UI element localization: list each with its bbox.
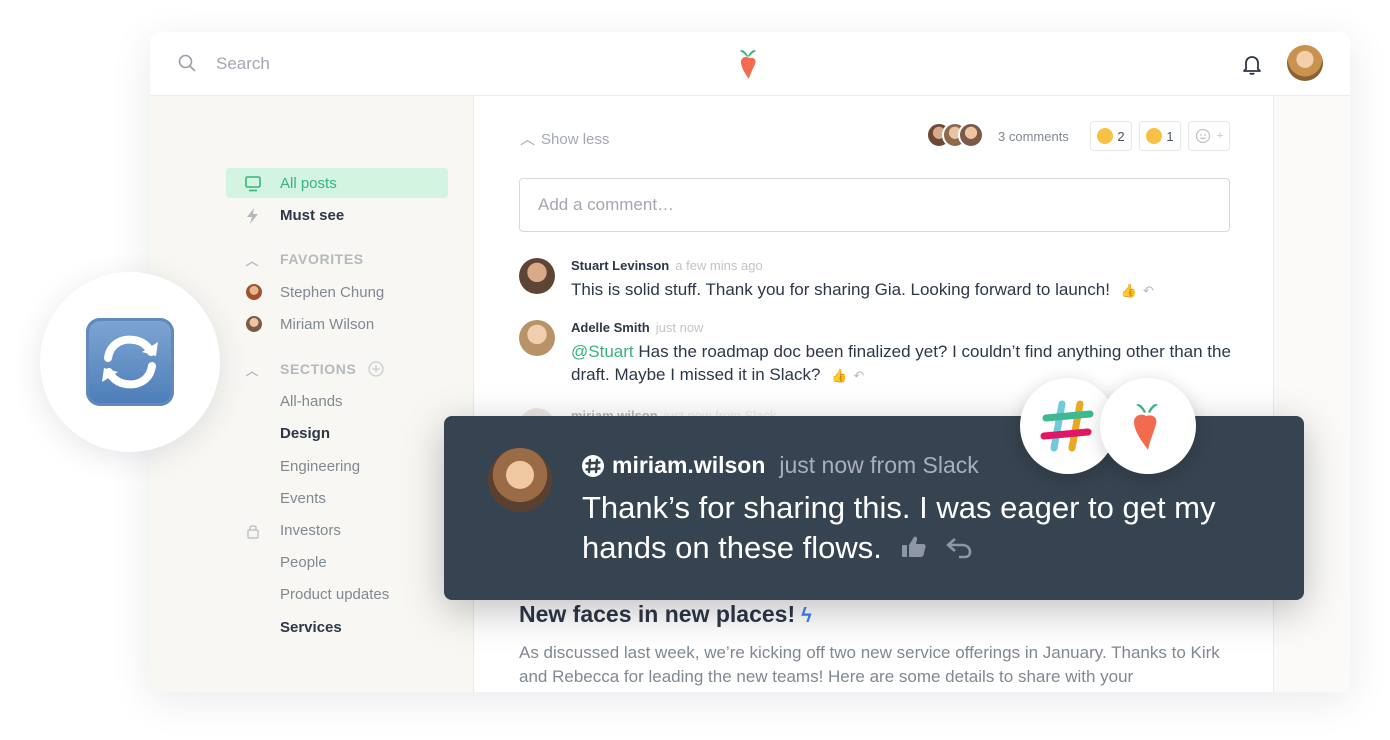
sidebar-item-services[interactable]: Services [226,612,448,642]
carrot-logo-icon [1134,404,1158,450]
add-section-icon[interactable] [368,361,384,377]
plus-icon: + [1216,130,1224,142]
comment-time: a few mins ago [675,258,763,273]
comment-author: Stuart Levinson a few mins ago [571,258,763,273]
search-icon[interactable] [178,54,196,72]
popup-author: miriam.wilson [612,452,766,478]
comment-text: This is solid stuff. Thank you for shari… [571,278,1231,302]
reply-icon[interactable] [945,534,973,560]
carrot-logo-icon[interactable] [736,46,760,82]
sidebar-item-engineering[interactable]: Engineering [226,451,448,481]
sidebar-item-investors[interactable]: Investors [226,515,448,545]
sync-icon [86,318,174,406]
sidebar-item-stephen-chung[interactable]: Stephen Chung [226,277,448,307]
avatar [519,258,555,294]
top-bar [150,32,1350,96]
sync-badge [40,272,220,452]
chevron-up-icon: ︿ [246,364,259,378]
comment-author: Adelle Smith just now [571,320,704,335]
show-less-button[interactable]: ︿ Show less [520,128,609,149]
sidebar-item-miriam-wilson[interactable]: Miriam Wilson [226,309,448,339]
sidebar-item-label: Must see [280,206,345,224]
thumbs-up-icon[interactable]: 👍 [1121,279,1137,302]
thinking-face-icon [1146,128,1163,144]
monitor-icon [245,176,261,192]
popup-header: miriam.wilson just now from Slack [582,452,979,479]
chevron-up-icon: ︿ [246,254,259,268]
avatar [519,320,555,356]
reaction-relieved[interactable]: 2 [1090,121,1132,151]
search-input[interactable] [216,50,516,78]
carrot-logo-badge [1100,378,1196,474]
user-avatar[interactable] [1287,45,1323,81]
lock-icon [247,525,259,539]
bell-icon[interactable] [1240,52,1264,76]
sidebar-item-all-posts[interactable]: All posts [226,168,448,198]
comment-time: just now [655,320,704,335]
slack-icon [582,454,604,477]
sidebar-item-people[interactable]: People [226,547,448,577]
thumbs-up-icon[interactable] [900,534,928,560]
avatar [488,448,552,512]
commenter-avatars[interactable] [926,122,990,150]
sidebar-item-product-updates[interactable]: Product updates [226,579,448,609]
reply-icon[interactable]: ↶ [1143,279,1154,302]
sidebar-item-must-see[interactable]: Must see [226,200,448,230]
add-emoji-icon [1195,128,1210,144]
avatar [958,122,984,148]
chevron-up-icon: ︿ [520,131,536,148]
popup-time: just now from Slack [779,452,979,478]
reaction-thinking[interactable]: 1 [1139,121,1181,151]
sidebar-item-label: All posts [280,174,337,192]
sidebar-item-design[interactable]: Design [226,418,448,448]
add-reaction-button[interactable]: + [1188,121,1230,151]
comment-input[interactable]: Add a comment… [519,178,1230,232]
post-body: As discussed last week, we’re kicking of… [519,643,1220,686]
avatar [246,316,262,332]
comments-count[interactable]: 3 comments [998,129,1069,144]
mention-link[interactable]: @Stuart [571,342,634,361]
sidebar-item-events[interactable]: Events [226,483,448,513]
avatar [246,284,262,300]
lightning-icon [247,208,258,224]
post-title[interactable]: New faces in new places! ϟ [519,601,812,628]
popup-message: Thank’s for sharing this. I was eager to… [582,490,1216,565]
reply-icon[interactable]: ↶ [853,364,864,387]
relieved-face-icon [1097,128,1114,144]
thumbs-up-icon[interactable]: 👍 [831,364,847,387]
sidebar-item-all-hands[interactable]: All-hands [226,386,448,416]
lightning-icon: ϟ [801,605,812,627]
